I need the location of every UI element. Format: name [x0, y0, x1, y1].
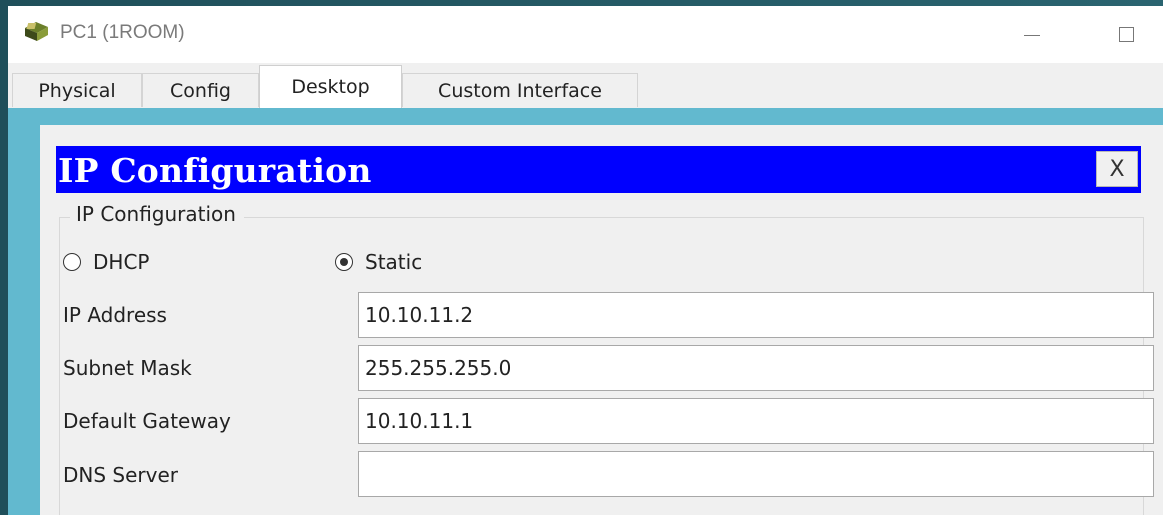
tab-custom-interface[interactable]: Custom Interface	[402, 73, 638, 107]
ip-address-label: IP Address	[63, 303, 167, 327]
static-option[interactable]: Static	[335, 250, 422, 274]
dns-server-label: DNS Server	[63, 463, 178, 487]
window-title: PC1 (1ROOM)	[60, 22, 185, 43]
tab-config[interactable]: Config	[142, 73, 259, 107]
dns-server-input[interactable]	[358, 451, 1154, 497]
maximize-button[interactable]	[1098, 14, 1154, 54]
default-gateway-input[interactable]	[358, 398, 1154, 444]
close-button[interactable]: X	[1096, 151, 1138, 187]
static-label: Static	[365, 250, 423, 274]
pc-window: PC1 (1ROOM) Physical Config Desktop Cust…	[8, 6, 1163, 515]
dhcp-radio[interactable]	[63, 253, 81, 271]
static-radio[interactable]	[335, 253, 353, 271]
ip-address-input[interactable]	[358, 292, 1154, 338]
tab-physical[interactable]: Physical	[12, 73, 142, 107]
minimize-icon	[1024, 34, 1040, 36]
subnet-mask-label: Subnet Mask	[63, 356, 192, 380]
tab-desktop[interactable]: Desktop	[259, 65, 402, 108]
dhcp-option[interactable]: DHCP	[63, 250, 149, 274]
computer-icon	[22, 20, 50, 44]
subnet-mask-input[interactable]	[358, 345, 1154, 391]
tab-bar: Physical Config Desktop Custom Interface	[8, 63, 1163, 109]
dialog-title: IP Configuration	[58, 151, 372, 190]
dialog-header: IP Configuration X	[56, 146, 1141, 193]
desktop-content: IP Configuration X IP Configuration DHCP…	[8, 108, 1163, 515]
minimize-button[interactable]	[1004, 14, 1060, 54]
group-label: IP Configuration	[70, 202, 244, 226]
dhcp-label: DHCP	[93, 250, 150, 274]
title-bar: PC1 (1ROOM)	[8, 6, 1163, 63]
ip-config-panel: IP Configuration X IP Configuration DHCP…	[40, 125, 1163, 515]
default-gateway-label: Default Gateway	[63, 409, 231, 433]
maximize-icon	[1118, 26, 1134, 42]
